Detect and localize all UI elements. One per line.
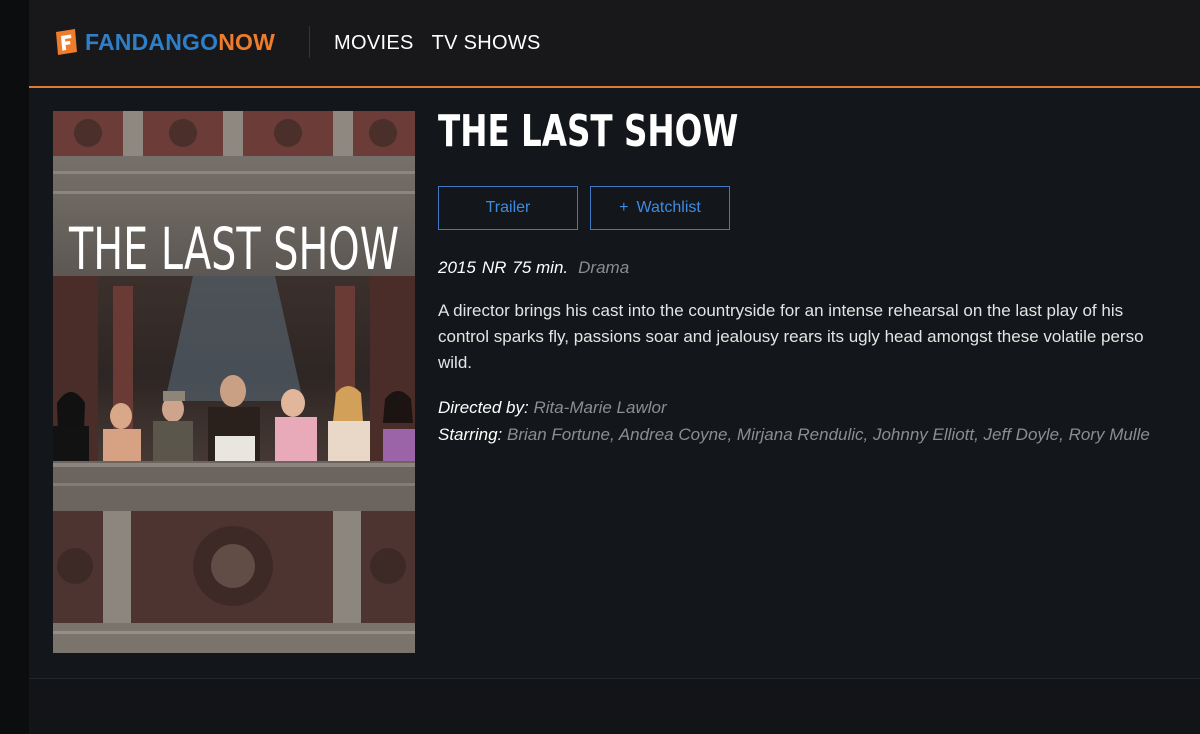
add-to-watchlist-button[interactable]: + Watchlist [590, 186, 730, 230]
starring-label: Starring: [438, 425, 503, 444]
fandangonow-logo[interactable]: FANDANGO NOW [53, 26, 275, 58]
plus-icon: + [619, 199, 629, 216]
nav-tv-shows[interactable]: TV SHOWS [432, 32, 541, 55]
movie-meta: 2015 NR 75 min. Drama [438, 258, 629, 278]
starring-row: Starring: Brian Fortune, Andrea Coyne, M… [438, 421, 1150, 448]
runtime: 75 min. [512, 258, 569, 277]
main-nav: MOVIES TV SHOWS [334, 0, 541, 86]
page-footer-area [29, 679, 1200, 734]
director-name[interactable]: Rita-Marie Lawlor [533, 398, 666, 417]
movie-poster[interactable]: THE LAST SHOW [53, 111, 415, 653]
top-header: FANDANGO NOW MOVIES TV SHOWS [29, 0, 1200, 88]
synopsis-line: A director brings his cast into the coun… [438, 301, 1124, 320]
genre-link[interactable]: Drama [578, 258, 629, 277]
movie-synopsis: A director brings his cast into the coun… [438, 298, 1200, 376]
left-gutter [0, 0, 29, 734]
release-year: 2015 [438, 258, 476, 277]
trailer-button[interactable]: Trailer [438, 186, 578, 230]
mpaa-rating: NR [481, 258, 507, 277]
movie-title: THE LAST SHOW [438, 106, 739, 157]
starring-names[interactable]: Brian Fortune, Andrea Coyne, Mirjana Ren… [507, 425, 1150, 444]
fandango-f-icon [53, 28, 79, 56]
watchlist-label: Watchlist [636, 199, 701, 216]
logo-wordmark: FANDANGO NOW [85, 29, 275, 56]
directed-by-label: Directed by: [438, 398, 529, 417]
logo-text-now: NOW [218, 28, 276, 55]
movie-detail-panel: THE LAST SHOW THE LAST SHOW Trailer + Wa… [29, 88, 1200, 679]
header-divider [309, 26, 310, 58]
poster-title-text: THE LAST SHOW [68, 215, 399, 283]
synopsis-line: control sparks fly, passions soar and je… [438, 327, 1144, 346]
logo-text-fandango: FANDANGO [85, 28, 219, 55]
synopsis-line: wild. [438, 353, 473, 372]
director-row: Directed by: Rita-Marie Lawlor [438, 394, 1150, 421]
movie-credits: Directed by: Rita-Marie Lawlor Starring:… [438, 394, 1150, 448]
nav-movies[interactable]: MOVIES [334, 32, 414, 55]
